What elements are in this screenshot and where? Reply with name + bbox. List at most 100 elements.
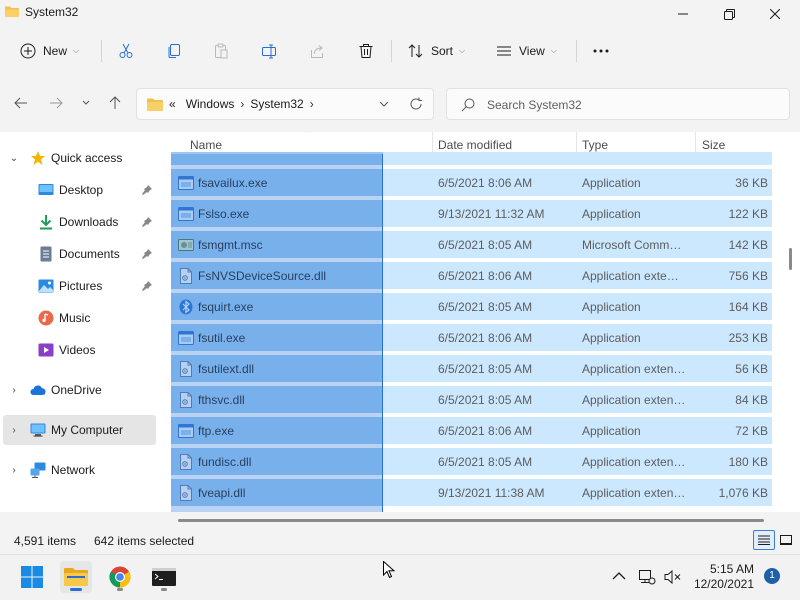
table-row[interactable]: fveapi.dll 9/13/2021 11:38 AM Application …	[171, 479, 772, 506]
chevron-down-icon[interactable]	[379, 101, 389, 108]
file-size: 84 KB	[735, 393, 768, 407]
file-list: ⌃ Name Date modified Type Size fsavailux…	[160, 132, 800, 512]
file-name: fveapi.dll	[198, 486, 246, 500]
more-icon	[593, 49, 609, 53]
sidebar-item-music[interactable]: Music	[0, 303, 156, 333]
recent-locations-button[interactable]	[75, 92, 97, 114]
close-button[interactable]	[752, 0, 798, 28]
file-size: 56 KB	[735, 362, 768, 376]
taskbar-terminal[interactable]	[148, 561, 180, 593]
minimize-button[interactable]	[660, 0, 706, 28]
breadcrumb-overflow[interactable]: «	[169, 97, 176, 111]
sidebar-item-network[interactable]: › Network	[0, 455, 156, 485]
column-name[interactable]: Name	[190, 138, 222, 152]
table-row[interactable]: fsmgmt.msc 6/5/2021 8:05 AM Microsoft Comm…	[171, 231, 772, 258]
tiles-view-button[interactable]	[775, 530, 797, 550]
sidebar-item-desktop[interactable]: Desktop	[0, 175, 156, 205]
search-input[interactable]: Search System32	[446, 88, 790, 120]
mouse-cursor-icon	[383, 561, 395, 579]
pin-icon	[142, 217, 152, 227]
volume-muted-icon[interactable]	[664, 569, 682, 585]
file-size: 36 KB	[735, 176, 768, 190]
chevron-up-icon[interactable]	[612, 571, 626, 580]
up-button[interactable]	[104, 92, 126, 114]
breadcrumb-windows[interactable]: Windows	[186, 97, 235, 111]
chevron-right-icon[interactable]: ›	[9, 465, 19, 476]
file-name: FsNVSDeviceSource.dll	[198, 269, 327, 283]
search-icon	[461, 98, 475, 112]
address-bar[interactable]: « Windows › System32 ›	[136, 88, 434, 120]
file-name: fsavailux.exe	[198, 176, 268, 190]
details-view-button[interactable]	[753, 530, 775, 550]
clock[interactable]: 5:15 AM 12/20/2021	[692, 562, 754, 592]
share-button[interactable]	[309, 28, 325, 74]
selected-count: 642 items selected	[94, 534, 195, 548]
column-type[interactable]: Type	[582, 138, 608, 152]
chevron-right-icon[interactable]: ›	[9, 425, 19, 436]
trash-icon	[359, 44, 373, 58]
copy-button[interactable]	[166, 28, 182, 74]
taskbar-file-explorer[interactable]	[60, 561, 92, 593]
start-button[interactable]	[16, 561, 48, 593]
desktop-icon	[38, 184, 54, 195]
vertical-scrollbar[interactable]	[789, 248, 792, 270]
computer-icon	[30, 423, 46, 437]
file-name: fsutilext.dll	[198, 362, 255, 376]
sort-button[interactable]: Sort ⌵	[408, 28, 465, 74]
chevron-right-icon[interactable]: ›	[240, 97, 244, 111]
table-row[interactable]: fsquirt.exe 6/5/2021 8:05 AM Application 16…	[171, 293, 772, 320]
sort-label: Sort	[431, 44, 454, 58]
sidebar-item-documents[interactable]: Documents	[0, 239, 156, 269]
sidebar-item-onedrive[interactable]: › OneDrive	[0, 375, 156, 405]
table-row-partial[interactable]	[171, 152, 772, 165]
table-row[interactable]: fsavailux.exe 6/5/2021 8:06 AM Application…	[171, 169, 772, 196]
plus-circle-icon	[20, 43, 36, 59]
music-icon	[38, 310, 54, 326]
table-row[interactable]: ftp.exe 6/5/2021 8:06 AM Application 72 KB	[171, 417, 772, 444]
column-size[interactable]: Size	[702, 138, 725, 152]
maximize-button[interactable]	[706, 0, 752, 28]
chevron-down-icon[interactable]: ⌄	[9, 153, 19, 164]
divider	[101, 40, 102, 62]
more-options-button[interactable]	[592, 28, 610, 74]
breadcrumb-system32[interactable]: System32	[250, 97, 303, 111]
file-name: fthsvc.dll	[198, 393, 245, 407]
dll-icon	[178, 361, 194, 377]
table-row[interactable]: fsutil.exe 6/5/2021 8:06 AM Application 253…	[171, 324, 772, 351]
chevron-right-icon[interactable]: ›	[310, 97, 314, 111]
taskbar-chrome[interactable]	[104, 561, 136, 593]
copy-icon	[168, 44, 180, 58]
file-date: 6/5/2021 8:05 AM	[438, 362, 533, 376]
chevron-right-icon[interactable]: ›	[9, 385, 19, 396]
file-size: 253 KB	[728, 331, 768, 345]
sidebar-item-videos[interactable]: Videos	[0, 335, 156, 365]
column-date[interactable]: Date modified	[438, 138, 512, 152]
sidebar-item-my-computer[interactable]: › My Computer	[3, 415, 156, 445]
table-row[interactable]: fundisc.dll 6/5/2021 8:05 AM Application e…	[171, 448, 772, 475]
table-row[interactable]: fthsvc.dll 6/5/2021 8:05 AM Application ex…	[171, 386, 772, 413]
delete-button[interactable]	[358, 28, 374, 74]
sidebar-item-pictures[interactable]: Pictures	[0, 271, 156, 301]
rename-button[interactable]	[261, 28, 277, 74]
horizontal-scrollbar[interactable]	[178, 519, 764, 522]
network-status-icon[interactable]	[638, 569, 656, 585]
dll-icon	[178, 268, 194, 284]
chrome-icon	[109, 566, 131, 588]
sidebar-item-label: Music	[59, 311, 91, 325]
cut-button[interactable]	[118, 28, 134, 74]
table-row[interactable]: FsNVSDeviceSource.dll 6/5/2021 8:06 AM App…	[171, 262, 772, 289]
sidebar-item-quick-access[interactable]: ⌄ Quick access	[0, 143, 156, 173]
table-row[interactable]: Fslso.exe 9/13/2021 11:32 AM Application 12…	[171, 200, 772, 227]
view-button[interactable]: View ⌵	[496, 28, 557, 74]
new-button[interactable]: New ⌵	[20, 28, 79, 74]
table-row[interactable]: fsutilext.dll 6/5/2021 8:05 AM Application…	[171, 355, 772, 382]
file-type: Microsoft Comm…	[582, 238, 682, 252]
notification-badge[interactable]: 1	[764, 568, 780, 584]
paste-button[interactable]	[213, 28, 229, 74]
sidebar-item-downloads[interactable]: Downloads	[0, 207, 156, 237]
forward-button[interactable]	[45, 92, 67, 114]
back-button[interactable]	[10, 92, 32, 114]
file-type: Application exten…	[582, 362, 686, 376]
documents-icon	[40, 246, 52, 262]
refresh-icon[interactable]	[409, 97, 423, 111]
